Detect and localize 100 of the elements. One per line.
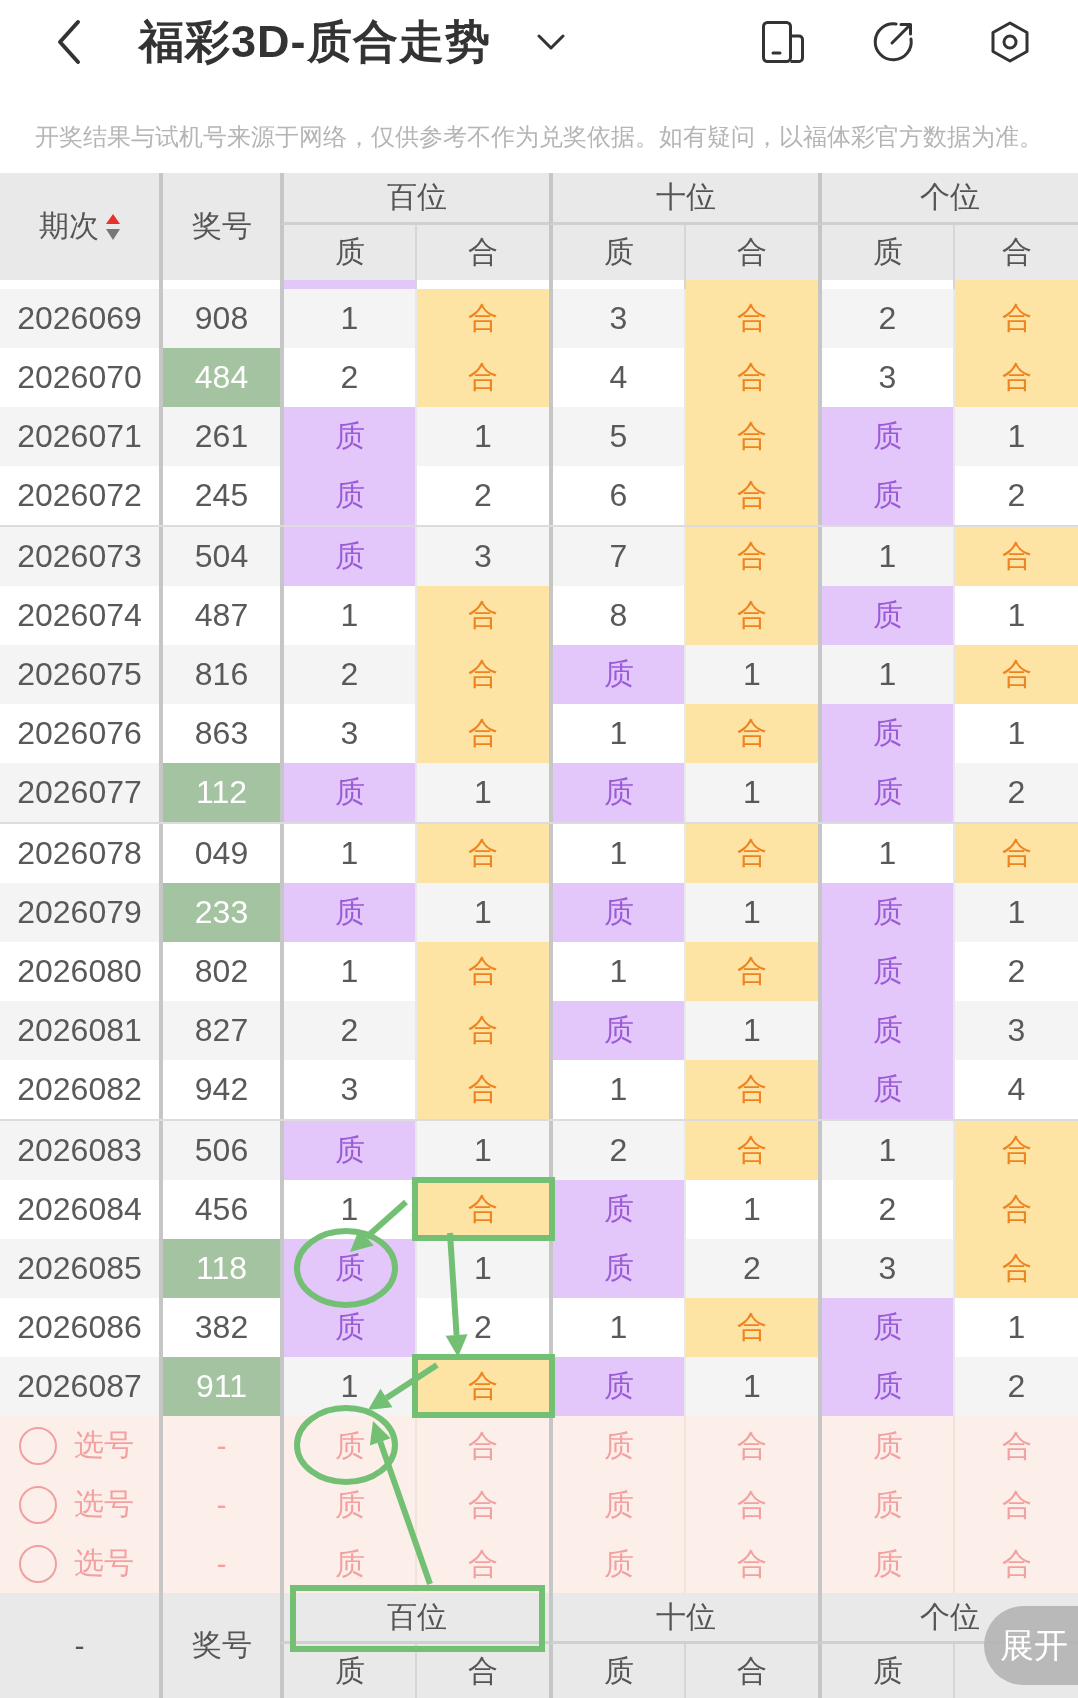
pick-option[interactable]: 合 [1001, 1487, 1032, 1522]
pick-option[interactable]: 合 [1001, 1546, 1032, 1581]
trend-cell: 1 [684, 883, 818, 942]
trend-cell: 质 [549, 645, 684, 704]
pick-option[interactable]: 质 [872, 1428, 903, 1463]
period-cell: 2026085 [0, 1239, 159, 1298]
pick-option[interactable]: 合 [468, 1546, 498, 1581]
trend-cell: 质 [818, 1298, 953, 1357]
trend-cell: 合 [684, 1121, 818, 1180]
trend-cell: 7 [549, 527, 684, 586]
pick-option[interactable]: 合 [468, 1428, 498, 1463]
chevron-down-icon[interactable] [536, 33, 565, 51]
pick-button[interactable]: 选号 [19, 1484, 134, 1525]
trend-cell: 质 [818, 1357, 953, 1416]
trend-cell: 1 [953, 407, 1078, 466]
number-dash: - [216, 1546, 227, 1581]
back-icon[interactable] [56, 19, 82, 65]
pick-option[interactable]: 质 [872, 1487, 903, 1522]
devices-icon[interactable] [762, 21, 804, 63]
trend-cell: 2 [953, 763, 1078, 822]
draw-number-cell: 816 [159, 645, 280, 704]
trend-cell: 质 [280, 407, 415, 466]
trend-cell: 合 [415, 824, 549, 883]
pick-option[interactable]: 合 [737, 1487, 767, 1522]
trend-cell: 合 [953, 1180, 1078, 1239]
pick-button[interactable]: 选号 [19, 1425, 134, 1466]
period-cell: 2026077 [0, 763, 159, 822]
trend-cell: 合 [415, 348, 549, 407]
trend-cell: 质 [549, 1001, 684, 1060]
trend-cell: 合 [684, 704, 818, 763]
column-header: 合 [468, 234, 498, 270]
pick-option[interactable]: 质 [603, 1428, 634, 1463]
draw-number-cell: 827 [159, 1001, 280, 1060]
trend-cell: 1 [415, 763, 549, 822]
annotation-arrow [368, 1362, 439, 1410]
trend-cell: 合 [953, 824, 1078, 883]
period-cell: 2026087 [0, 1357, 159, 1416]
disclaimer-text: 开奖结果与试机号来源于网络，仅供参考不作为兑奖依据。如有疑问，以福体彩官方数据为准。 [35, 123, 1043, 150]
draw-number-cell: 118 [159, 1239, 280, 1298]
expand-button[interactable]: 展开 [984, 1606, 1078, 1685]
trend-cell: 质 [280, 883, 415, 942]
trend-cell: 1 [818, 527, 953, 586]
pick-option[interactable]: 质 [603, 1487, 634, 1522]
trend-cell: 质 [280, 527, 415, 586]
trend-cell: 质 [818, 407, 953, 466]
trend-cell: 1 [684, 645, 818, 704]
pick-option[interactable]: 合 [468, 1487, 498, 1522]
trend-cell: 质 [818, 1060, 953, 1119]
trend-cell: 合 [415, 586, 549, 645]
trend-cell: 合 [953, 527, 1078, 586]
column-header: - [74, 1628, 85, 1663]
trend-cell: 质 [549, 1239, 684, 1298]
period-cell: 2026079 [0, 883, 159, 942]
pick-option[interactable]: 合 [737, 1428, 767, 1463]
trend-cell: 合 [415, 1001, 549, 1060]
trend-cell: 合 [684, 586, 818, 645]
draw-number-cell: 261 [159, 407, 280, 466]
trend-cell: 2 [953, 1357, 1078, 1416]
pick-option[interactable]: 质 [334, 1546, 365, 1581]
column-header: 个位 [920, 179, 980, 215]
trend-cell: 合 [684, 1060, 818, 1119]
column-header: 期次 [38, 208, 99, 244]
trend-cell: 2 [280, 1001, 415, 1060]
page-title: 福彩3D-质合走势 [139, 15, 491, 69]
trend-cell: 质 [280, 466, 415, 525]
column-header: 合 [737, 234, 767, 270]
trend-cell: 3 [818, 1239, 953, 1298]
trend-cell: 合 [415, 704, 549, 763]
pick-button[interactable]: 选号 [19, 1543, 134, 1584]
column-header: 百位 [386, 1598, 447, 1635]
trend-cell: 1 [684, 763, 818, 822]
pick-option[interactable]: 质 [872, 1546, 903, 1581]
share-icon[interactable] [872, 21, 914, 63]
number-dash: - [216, 1487, 227, 1522]
trend-cell: 2 [684, 1239, 818, 1298]
pick-option[interactable]: 合 [1001, 1428, 1032, 1463]
trend-cell: 合 [684, 824, 818, 883]
trend-cell: 质 [818, 1001, 953, 1060]
trend-cell: 2 [549, 1121, 684, 1180]
pick-option[interactable]: 质 [334, 1428, 365, 1463]
pick-option[interactable]: 质 [334, 1487, 365, 1522]
trend-cell: 合 [415, 645, 549, 704]
trend-cell: 合 [684, 1298, 818, 1357]
trend-cell: 合 [415, 942, 549, 1001]
draw-number-cell: 506 [159, 1121, 280, 1180]
column-header: 奖号 [191, 208, 252, 244]
period-cell: 2026075 [0, 645, 159, 704]
pick-option[interactable]: 质 [603, 1546, 634, 1581]
column-header: 质 [603, 234, 634, 270]
trend-cell: 合 [684, 527, 818, 586]
trend-cell: 3 [549, 289, 684, 348]
trend-cell: 合 [684, 942, 818, 1001]
trend-cell: 合 [684, 466, 818, 525]
settings-icon[interactable] [989, 21, 1031, 63]
trend-cell: 质 [818, 883, 953, 942]
column-header: 质 [334, 1652, 365, 1689]
pick-option[interactable]: 合 [737, 1546, 767, 1581]
trend-cell: 质 [818, 763, 953, 822]
column-header: 百位 [386, 179, 447, 215]
trend-cell: 2 [818, 289, 953, 348]
